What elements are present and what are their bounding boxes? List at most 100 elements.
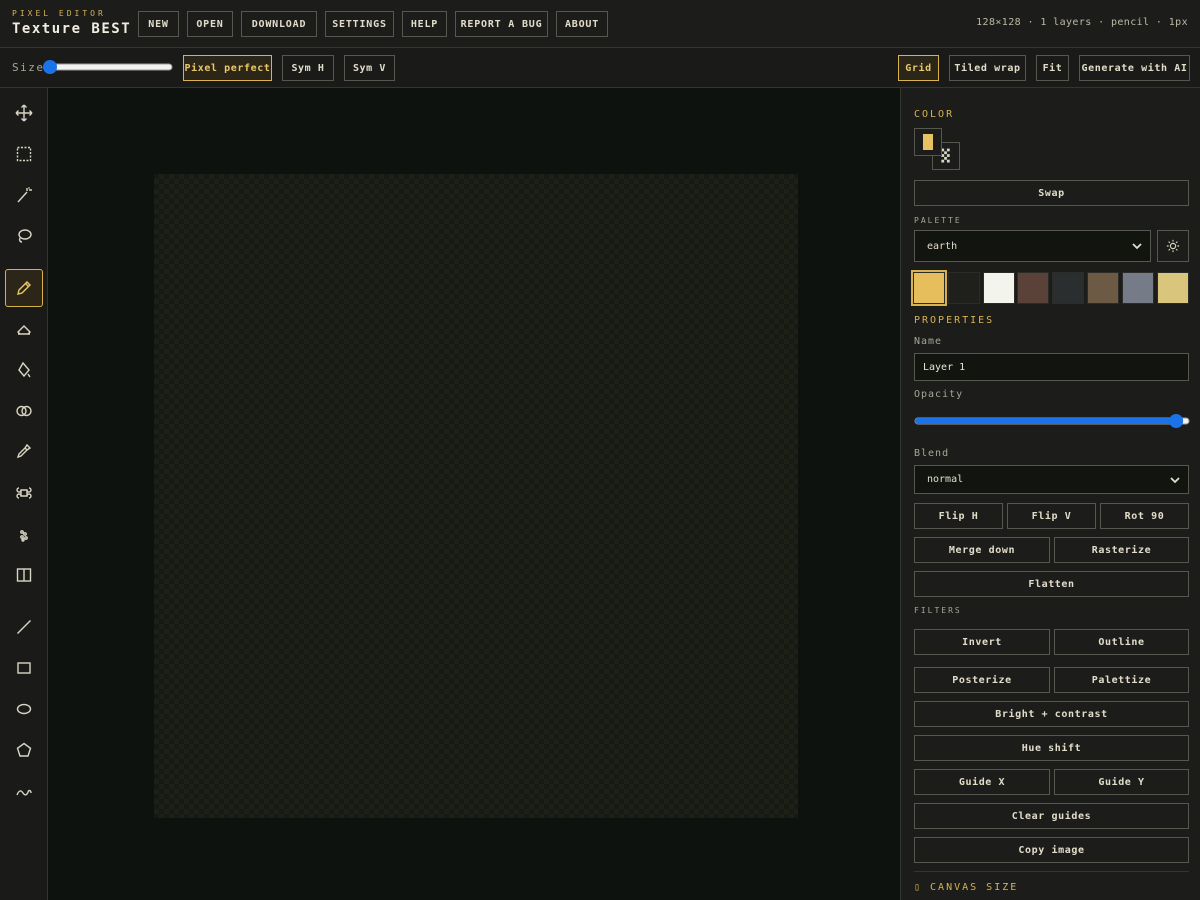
- rotate-90-button[interactable]: Rot 90: [1100, 503, 1189, 529]
- app-subtitle: PIXEL EDITOR: [12, 9, 106, 18]
- polygon-icon: [16, 742, 32, 757]
- marquee-select-icon: [16, 146, 32, 162]
- palette-swatch[interactable]: [982, 272, 1015, 304]
- pixel-perfect-toggle[interactable]: Pixel perfect: [183, 55, 272, 81]
- palette-section-title: PALETTE: [914, 216, 962, 225]
- tool-magic-wand[interactable]: [5, 176, 43, 214]
- outline-button[interactable]: Outline: [1054, 629, 1189, 655]
- tool-line[interactable]: [5, 608, 43, 646]
- pencil-icon: [17, 281, 31, 295]
- sym-v-toggle[interactable]: Sym V: [344, 55, 395, 81]
- palette-swatch[interactable]: [947, 272, 980, 304]
- tool-polygon[interactable]: [5, 731, 43, 769]
- layer-name-input[interactable]: Layer 1: [914, 353, 1189, 381]
- line-icon: [17, 620, 31, 634]
- clear-guides-button[interactable]: Clear guides: [914, 803, 1189, 829]
- posterize-button[interactable]: Posterize: [914, 667, 1050, 693]
- tool-spray[interactable]: [5, 516, 43, 554]
- merge-down-button[interactable]: Merge down: [914, 537, 1050, 563]
- opacity-label: Opacity: [914, 389, 964, 400]
- tool-rectangle[interactable]: [5, 649, 43, 687]
- tool-mirror-split[interactable]: [5, 556, 43, 594]
- copy-image-button[interactable]: Copy image: [914, 837, 1189, 863]
- tool-eraser[interactable]: [5, 311, 43, 349]
- rectangle-icon: [17, 662, 31, 674]
- invert-button[interactable]: Invert: [914, 629, 1050, 655]
- properties-section-title: PROPERTIES: [914, 315, 995, 326]
- color-section-title: COLOR: [914, 109, 955, 120]
- tool-curve[interactable]: [5, 773, 43, 811]
- generate-ai-button[interactable]: Generate with AI: [1079, 55, 1190, 81]
- palette-swatch[interactable]: [1017, 272, 1050, 304]
- palette-swatch[interactable]: [1087, 272, 1119, 304]
- guide-y-button[interactable]: Guide Y: [1054, 769, 1189, 795]
- swap-colors-button[interactable]: Swap: [914, 180, 1189, 206]
- filters-section-title: FILTERS: [914, 606, 962, 615]
- sym-h-toggle[interactable]: Sym H: [282, 55, 334, 81]
- flip-h-button[interactable]: Flip H: [914, 503, 1003, 529]
- status-readout: 128×128 · 1 layers · pencil · 1px: [976, 17, 1188, 28]
- eyedropper-icon: [16, 443, 32, 459]
- palette-swatch[interactable]: [911, 270, 947, 306]
- section-divider: [914, 871, 1189, 872]
- tool-eyedropper[interactable]: [5, 432, 43, 470]
- sun-gear-icon: [1166, 239, 1180, 253]
- tool-marquee[interactable]: [5, 135, 43, 173]
- blend-label: Blend: [914, 448, 950, 459]
- canvas-viewport[interactable]: [48, 88, 900, 900]
- help-button[interactable]: HELP: [402, 11, 447, 37]
- primary-color-swatch[interactable]: [914, 128, 942, 156]
- eraser-icon: [17, 325, 31, 335]
- tool-lasso[interactable]: [5, 217, 43, 255]
- drawing-canvas[interactable]: [154, 174, 798, 818]
- mirror-split-icon: [16, 568, 32, 582]
- tool-fill[interactable]: [5, 351, 43, 389]
- tool-pencil[interactable]: [5, 269, 43, 307]
- tool-blend[interactable]: [5, 392, 43, 430]
- download-button[interactable]: DOWNLOAD: [241, 11, 317, 37]
- spray-icon: [20, 530, 28, 542]
- primary-color-fill: [923, 134, 933, 150]
- blend-mode-select[interactable]: normal: [914, 465, 1189, 494]
- tool-pattern[interactable]: [5, 474, 43, 512]
- open-button[interactable]: OPEN: [187, 11, 233, 37]
- report-bug-button[interactable]: REPORT A BUG: [455, 11, 548, 37]
- tool-palette: [0, 88, 48, 900]
- pattern-icon: [16, 487, 32, 499]
- tiled-wrap-toggle[interactable]: Tiled wrap: [949, 55, 1026, 81]
- bright-contrast-button[interactable]: Bright + contrast: [914, 701, 1189, 727]
- brush-size-slider[interactable]: [42, 59, 174, 75]
- options-toolbar: Size Pixel perfect Sym H Sym V Grid Tile…: [0, 48, 1200, 88]
- blend-circles-icon: [16, 405, 32, 417]
- palette-swatch[interactable]: [1156, 272, 1189, 304]
- new-button[interactable]: NEW: [138, 11, 179, 37]
- fit-button[interactable]: Fit: [1036, 55, 1069, 81]
- rasterize-button[interactable]: Rasterize: [1054, 537, 1189, 563]
- palettize-button[interactable]: Palettize: [1054, 667, 1189, 693]
- settings-button[interactable]: SETTINGS: [325, 11, 394, 37]
- chevron-down-icon: [1132, 243, 1142, 250]
- blend-select-value: normal: [927, 474, 964, 485]
- palette-settings-button[interactable]: [1157, 230, 1189, 262]
- size-label: Size: [12, 61, 45, 74]
- canvas-size-section-title[interactable]: ▯ CANVAS SIZE: [914, 882, 1018, 893]
- opacity-slider[interactable]: [914, 413, 1190, 429]
- grid-toggle[interactable]: Grid: [898, 55, 939, 81]
- lasso-icon: [18, 229, 32, 243]
- flatten-button[interactable]: Flatten: [914, 571, 1189, 597]
- tool-ellipse[interactable]: [5, 690, 43, 728]
- top-bar: PIXEL EDITOR Texture BEST NEW OPEN DOWNL…: [0, 0, 1200, 48]
- tool-move[interactable]: [5, 94, 43, 132]
- palette-swatch[interactable]: [1052, 272, 1085, 304]
- document-title: Texture BEST: [12, 21, 132, 37]
- hue-shift-button[interactable]: Hue shift: [914, 735, 1189, 761]
- ellipse-icon: [16, 703, 32, 715]
- flip-v-button[interactable]: Flip V: [1007, 503, 1096, 529]
- palette-swatch[interactable]: [1121, 272, 1154, 304]
- chevron-down-icon: [1170, 477, 1180, 484]
- guide-x-button[interactable]: Guide X: [914, 769, 1050, 795]
- move-icon: [15, 104, 33, 122]
- palette-select[interactable]: earth: [914, 230, 1151, 262]
- curve-icon: [16, 789, 32, 796]
- about-button[interactable]: ABOUT: [556, 11, 608, 37]
